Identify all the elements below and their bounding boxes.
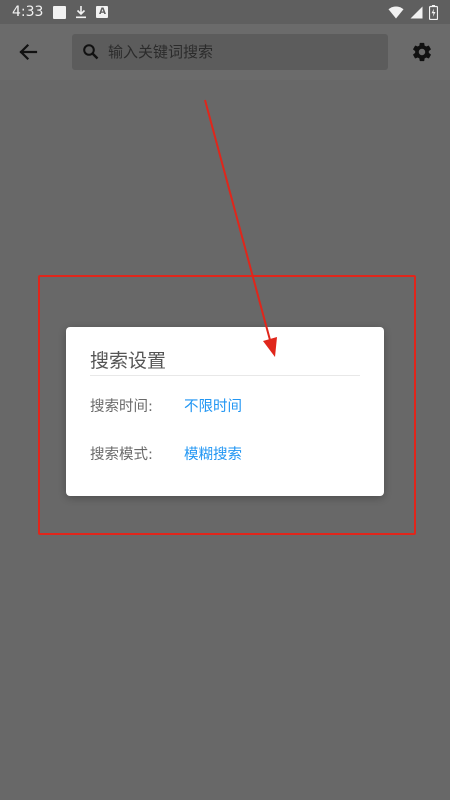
download-icon bbox=[76, 6, 87, 19]
search-icon bbox=[82, 43, 100, 61]
screen: 4:33 A 输入关键词搜索 搜索设置 搜索时间: 不限时间 搜索模式: 模糊搜… bbox=[0, 0, 450, 800]
status-bar: 4:33 A bbox=[0, 0, 450, 24]
back-button[interactable] bbox=[14, 38, 42, 66]
search-mode-label: 搜索模式: bbox=[90, 446, 153, 463]
dialog-divider bbox=[90, 375, 360, 376]
search-time-value[interactable]: 不限时间 bbox=[184, 395, 242, 416]
search-time-label: 搜索时间: bbox=[90, 398, 153, 415]
dialog-title: 搜索设置 bbox=[90, 350, 167, 372]
a-notification-icon: A bbox=[96, 6, 109, 18]
search-settings-dialog: 搜索设置 搜索时间: 不限时间 搜索模式: 模糊搜索 bbox=[66, 327, 384, 496]
notification-icons: A bbox=[53, 5, 109, 19]
cellular-icon bbox=[410, 6, 423, 18]
square-notification-icon bbox=[53, 5, 67, 19]
system-icons bbox=[388, 4, 438, 20]
search-time-row: 搜索时间: 不限时间 bbox=[90, 393, 242, 417]
settings-button[interactable] bbox=[408, 38, 436, 66]
battery-icon bbox=[429, 4, 438, 20]
back-arrow-icon bbox=[19, 43, 38, 61]
search-box[interactable] bbox=[72, 34, 388, 70]
app-bar bbox=[0, 24, 450, 80]
search-input[interactable] bbox=[108, 34, 388, 70]
gear-icon bbox=[413, 42, 431, 62]
search-mode-value[interactable]: 模糊搜索 bbox=[184, 443, 242, 464]
status-time: 4:33 bbox=[12, 4, 44, 20]
search-mode-row: 搜索模式: 模糊搜索 bbox=[90, 441, 242, 465]
wifi-icon bbox=[388, 6, 404, 18]
